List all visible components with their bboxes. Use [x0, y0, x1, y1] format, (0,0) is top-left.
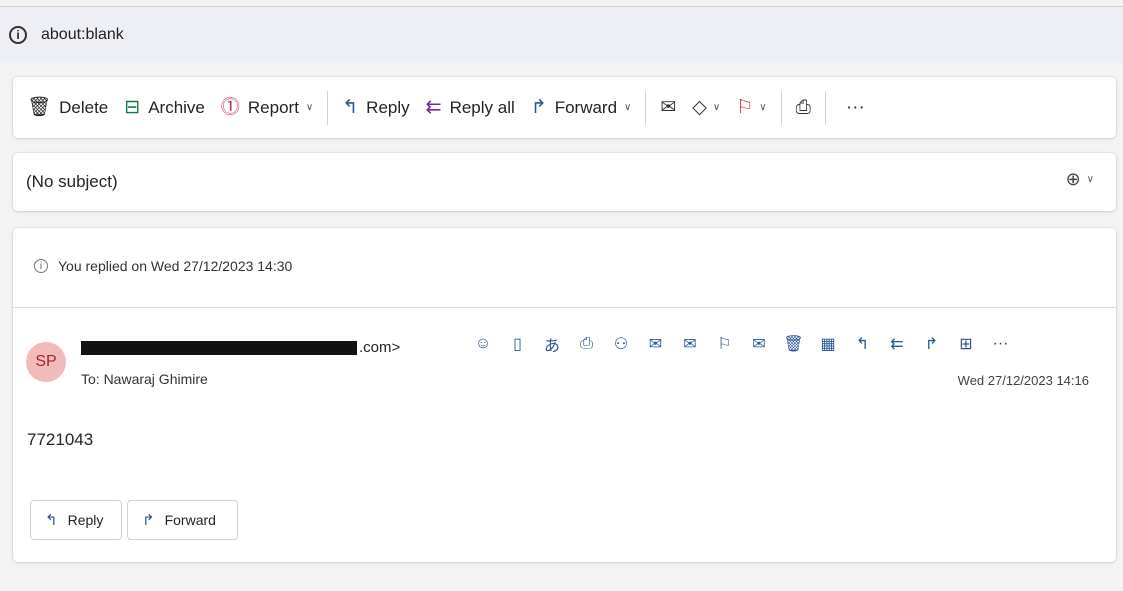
address-bar[interactable]: i about:blank — [0, 6, 1123, 63]
toolbar-divider — [824, 90, 826, 125]
apps-icon[interactable]: ⊞ — [952, 332, 980, 356]
envelope-icon[interactable]: ✉ — [745, 332, 773, 356]
archive-button[interactable]: ⊟ Archive — [116, 88, 213, 128]
reply-label: Reply — [366, 97, 410, 117]
forward-icon[interactable]: ↱ — [918, 332, 946, 356]
reply-label: Reply — [67, 512, 104, 528]
flag-icon[interactable]: ⚐ — [711, 332, 739, 356]
reply-icon: ↰ — [342, 97, 359, 118]
subject-title: (No subject) — [26, 172, 118, 191]
toolbar-divider — [645, 90, 647, 125]
trash-icon: 🗑 — [27, 97, 52, 118]
forward-icon: ↱ — [142, 512, 155, 529]
more-button[interactable]: ··· — [838, 88, 873, 128]
report-junk-icon[interactable]: ✉ — [642, 332, 670, 356]
emoji-icon[interactable]: ☺ — [469, 332, 497, 356]
url-text[interactable]: about:blank — [41, 26, 124, 44]
calendar-icon[interactable]: ▦ — [814, 332, 842, 356]
forward-button[interactable]: ↱ Forward ∨ — [523, 88, 640, 128]
replied-notice: i You replied on Wed 27/12/2023 14:30 — [34, 258, 292, 274]
envelope-open-icon: ✉ — [660, 97, 677, 118]
zoom-icon: ⊕ — [1065, 169, 1081, 189]
divider — [13, 307, 1116, 308]
reply-icon: ↰ — [45, 512, 58, 529]
forward-label: Forward — [554, 97, 618, 117]
categorize-button[interactable]: ◇ ∨ — [684, 88, 728, 128]
chevron-down-icon[interactable]: ∨ — [624, 102, 631, 113]
flag-button[interactable]: ⚐ ∨ — [728, 88, 774, 128]
printer-icon[interactable]: ⎙ — [573, 332, 601, 356]
replied-notice-text: You replied on Wed 27/12/2023 14:30 — [58, 258, 293, 274]
trash-icon[interactable]: 🗑 — [780, 332, 808, 356]
print-button[interactable]: ⎙ — [788, 88, 819, 128]
chevron-down-icon[interactable]: ∨ — [713, 102, 720, 113]
toolbar-divider — [327, 90, 329, 125]
reply-all-button[interactable]: ⇇ Reply all — [418, 88, 523, 128]
report-button[interactable]: ⓵ Report ∨ — [213, 88, 321, 128]
reply-icon[interactable]: ↰ — [849, 332, 877, 356]
add-contact-icon[interactable]: ⚇ — [607, 332, 635, 356]
delete-label: Delete — [59, 97, 109, 117]
reply-all-icon: ⇇ — [425, 97, 442, 118]
report-label: Report — [247, 97, 299, 117]
reply-all-label: Reply all — [449, 97, 515, 117]
chevron-down-icon[interactable]: ∨ — [1087, 174, 1094, 185]
forward-label: Forward — [164, 512, 216, 528]
immersive-reader-icon[interactable]: ▯ — [504, 332, 532, 356]
redacted-sender-address — [81, 341, 357, 356]
command-toolbar: 🗑 Delete ⊟ Archive ⓵ Report ∨ ↰ Reply ⇇ … — [13, 77, 1116, 138]
avatar-initials: SP — [35, 353, 57, 370]
printer-icon: ⎙ — [795, 96, 811, 118]
sender[interactable]: .com> — [81, 339, 400, 356]
reply-all-icon[interactable]: ⇇ — [883, 332, 911, 356]
to-line: To: Nawaraj Ghimire — [81, 371, 208, 387]
mark-important-icon[interactable]: ✉ — [676, 332, 704, 356]
translate-icon[interactable]: あ — [538, 332, 566, 356]
chevron-down-icon[interactable]: ∨ — [306, 102, 313, 113]
zoom-button[interactable]: ⊕ ∨ — [1066, 169, 1094, 190]
forward-button[interactable]: ↱ Forward — [127, 500, 238, 540]
info-icon: i — [34, 259, 48, 273]
more-icon[interactable]: ··· — [987, 332, 1015, 356]
forward-icon: ↱ — [530, 97, 547, 118]
archive-icon: ⊟ — [124, 97, 141, 118]
reply-button[interactable]: ↰ Reply — [30, 500, 122, 540]
avatar[interactable]: SP — [26, 342, 66, 382]
subject-card: (No subject) ⊕ ∨ — [13, 153, 1116, 211]
message-body: 7721043 — [27, 430, 94, 449]
shield-icon: ⓵ — [220, 97, 240, 118]
archive-label: Archive — [148, 97, 205, 117]
message-actions: ☺ ▯ あ ⎙ ⚇ ✉ ✉ ⚐ ✉ 🗑 ▦ ↰ ⇇ ↱ ⊞ ··· — [469, 332, 1021, 356]
flag-icon: ⚐ — [736, 97, 754, 118]
reply-button[interactable]: ↰ Reply — [334, 88, 417, 128]
mark-read-button[interactable]: ✉ — [652, 88, 684, 128]
tag-icon: ◇ — [692, 97, 707, 118]
message-card: i You replied on Wed 27/12/2023 14:30 SP… — [13, 228, 1116, 562]
message-date: Wed 27/12/2023 14:16 — [957, 373, 1089, 388]
info-icon[interactable]: i — [9, 26, 27, 44]
more-icon: ··· — [845, 96, 865, 118]
toolbar-divider — [780, 90, 782, 125]
delete-button[interactable]: 🗑 Delete — [19, 88, 116, 128]
sender-suffix: .com> — [359, 339, 401, 356]
chevron-down-icon[interactable]: ∨ — [759, 102, 766, 113]
